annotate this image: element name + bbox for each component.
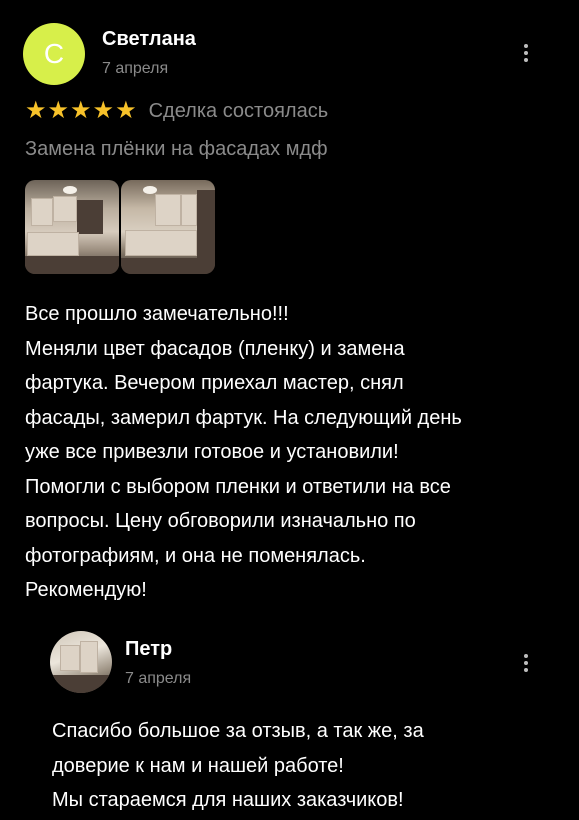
review-text-line: фотографиям, и она не поменялась. — [25, 544, 366, 567]
kitchen-photo-2[interactable] — [121, 180, 215, 274]
avatar-letter: С — [43, 38, 65, 69]
review-text: Все прошло замечательно!!! Меняли цвет ф… — [25, 297, 565, 608]
reply-text-line: Мы стараемся для наших заказчиков! — [52, 789, 404, 811]
review-text-line: фасады, замерил фартук. На следующий ден… — [25, 406, 462, 429]
reply-author-name[interactable]: Петр — [125, 638, 172, 661]
star-icon: ★ — [115, 97, 137, 124]
review-text-line: вопросы. Цену обговорили изначально по — [25, 510, 416, 532]
reply-date: 7 апреля — [125, 670, 192, 687]
photo-gallery — [25, 180, 215, 274]
reply-text-line: доверие к нам и нашей работе! — [52, 754, 344, 777]
more-vertical-icon[interactable] — [514, 648, 538, 678]
reply-text-line: Спасибо большое за отзыв, а так же, за — [52, 720, 424, 742]
review-text-line: Помогли с выбором пленки и ответили на в… — [25, 475, 451, 498]
rating-row: ★ ★ ★ ★ ★ Сделка состоялась — [25, 99, 328, 123]
more-vertical-icon[interactable] — [514, 38, 538, 68]
star-icon: ★ — [25, 97, 47, 124]
kitchen-photo-1[interactable] — [25, 180, 119, 274]
star-rating: ★ ★ ★ ★ ★ — [25, 99, 137, 123]
star-icon: ★ — [70, 97, 92, 124]
review-author-name[interactable]: Светлана — [102, 28, 196, 51]
review-date: 7 апреля — [102, 60, 169, 77]
reply-avatar[interactable] — [50, 631, 112, 693]
review-text-line: фартука. Вечером приехал мастер, снял — [25, 372, 404, 394]
star-icon: ★ — [92, 97, 115, 124]
service-name: Замена плёнки на фасадах мдф — [25, 138, 328, 160]
star-icon: ★ — [47, 97, 70, 124]
review-text-line: Рекомендую! — [25, 579, 147, 601]
deal-status: Сделка состоялась — [148, 99, 329, 122]
review-text-line: Все прошло замечательно!!! — [25, 303, 289, 325]
avatar[interactable]: С — [23, 23, 85, 85]
review-text-line: Меняли цвет фасадов (пленку) и замена — [25, 337, 405, 360]
reply-text: Спасибо большое за отзыв, а так же, за д… — [52, 714, 572, 818]
review-text-line: уже все привезли готовое и установили! — [25, 441, 399, 463]
